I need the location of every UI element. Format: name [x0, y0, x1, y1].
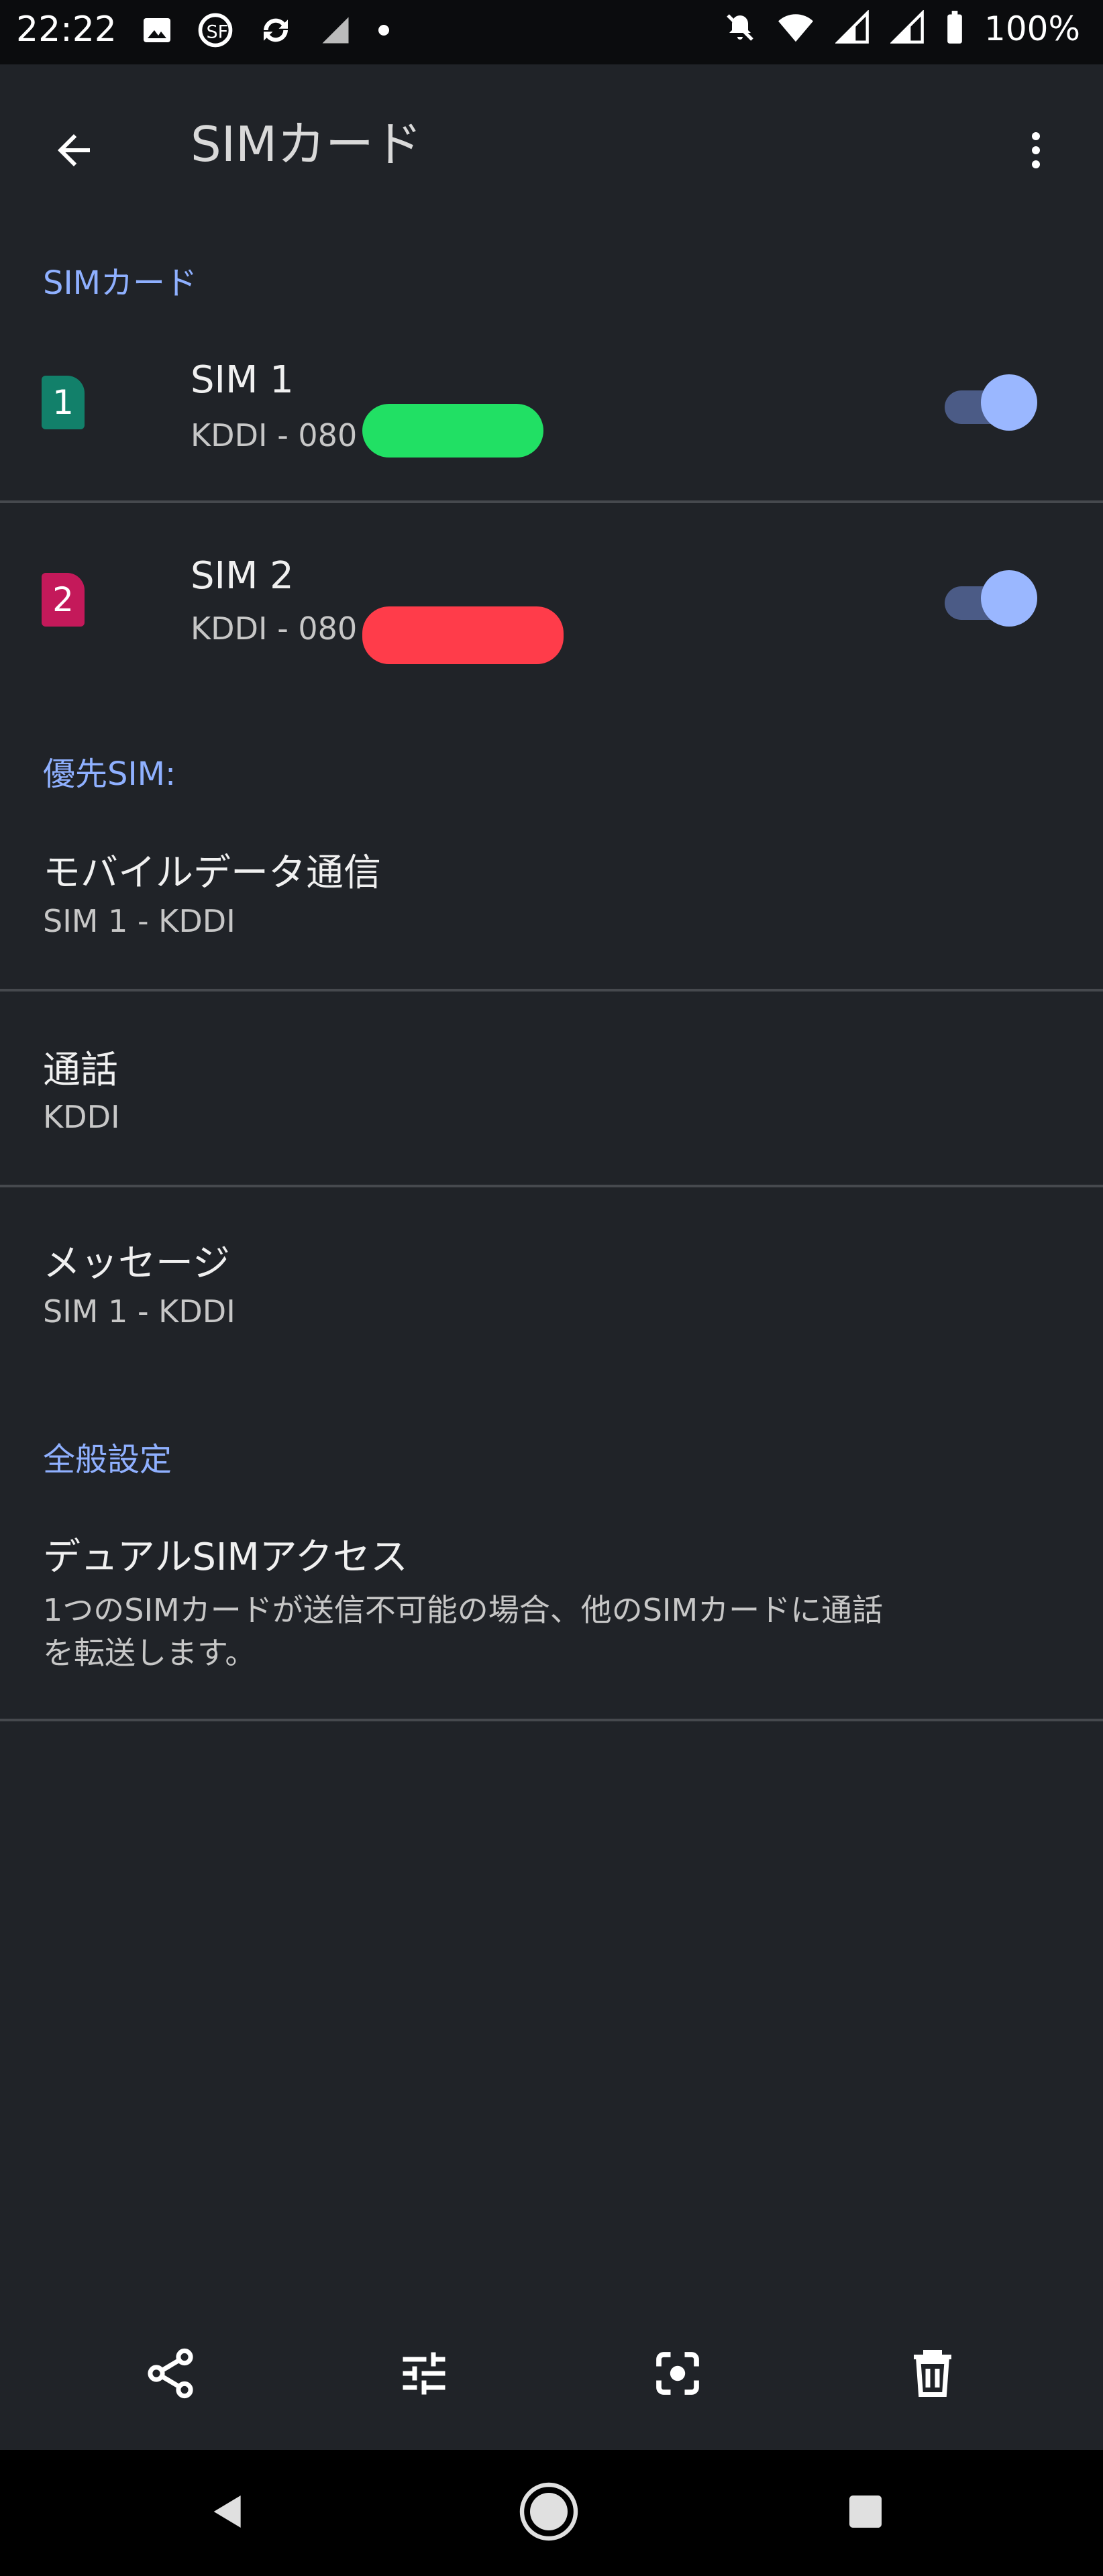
- divider: [0, 500, 1103, 503]
- sim-2-subtitle: KDDI - 080: [191, 610, 358, 647]
- signal-icon: [835, 9, 870, 48]
- messages-subtitle: SIM 1 - KDDI: [43, 1293, 235, 1330]
- navigation-icon: [318, 13, 353, 50]
- divider: [0, 989, 1103, 991]
- lens-button[interactable]: [637, 2334, 718, 2415]
- bottom-toolbar: [0, 2308, 1103, 2442]
- sim-2-title: SIM 2: [191, 554, 294, 598]
- delete-button[interactable]: [892, 2334, 973, 2415]
- sim-1-badge: 1: [42, 376, 85, 429]
- redacted-number: [362, 404, 543, 458]
- section-header-general: 全般設定: [43, 1441, 172, 1479]
- toggle-thumb: [981, 374, 1037, 431]
- battery-icon: [945, 10, 964, 48]
- back-icon: [207, 2490, 250, 2536]
- toggle-thumb: [981, 570, 1037, 627]
- dot-icon: [377, 23, 390, 40]
- recents-icon: [844, 2490, 887, 2536]
- dual-sim-access-description-line1: 1つのSIMカードが送信不可能の場合、他のSIMカードに通話: [43, 1592, 884, 1628]
- section-header-preferred-sim: 優先SIM:: [43, 755, 176, 793]
- dual-sim-access-title: デュアルSIMアクセス: [43, 1536, 408, 1579]
- divider: [0, 1719, 1103, 1721]
- mobile-data-title: モバイルデータ通信: [43, 851, 381, 895]
- nav-recents-button[interactable]: [825, 2473, 906, 2553]
- divider: [0, 1185, 1103, 1187]
- tune-icon: [396, 2345, 452, 2404]
- home-icon: [517, 2479, 581, 2546]
- sim-2-badge: 2: [42, 573, 85, 627]
- back-arrow-icon: [50, 126, 98, 177]
- section-header-sim-cards: SIMカード: [43, 264, 198, 302]
- svg-text:SF: SF: [207, 21, 229, 42]
- share-icon: [142, 2345, 199, 2404]
- wifi-icon: [776, 10, 815, 48]
- share-button[interactable]: [130, 2334, 211, 2415]
- mobile-data-subtitle: SIM 1 - KDDI: [43, 903, 235, 939]
- status-bar: 22:22 SF 100%: [0, 0, 1103, 64]
- signal-icon: [890, 9, 925, 48]
- status-time: 22:22: [16, 9, 117, 50]
- nav-home-button[interactable]: [509, 2473, 589, 2553]
- page-title: SIMカード: [191, 116, 423, 172]
- image-icon: [141, 14, 173, 49]
- messages-title: メッセージ: [43, 1242, 230, 1285]
- app-bar: SIMカード: [0, 64, 1103, 212]
- sim-2-toggle[interactable]: [945, 569, 1037, 629]
- battery-percent: 100%: [984, 9, 1080, 48]
- sim-1-toggle[interactable]: [945, 373, 1037, 433]
- back-button[interactable]: [34, 111, 114, 192]
- sim-1-subtitle: KDDI - 080: [191, 417, 358, 453]
- bell-off-icon: [724, 11, 756, 46]
- more-options-button[interactable]: [996, 111, 1076, 192]
- status-icons-right: 100%: [724, 9, 1080, 48]
- dual-sim-access-description-line2: を転送します。: [43, 1635, 256, 1671]
- delete-icon: [904, 2345, 961, 2404]
- lens-icon: [649, 2345, 706, 2404]
- sync-icon: [258, 12, 294, 51]
- nav-back-button[interactable]: [188, 2473, 268, 2553]
- redacted-number: [362, 606, 564, 664]
- navigation-bar: [0, 2450, 1103, 2576]
- status-icons-left: SF: [141, 12, 390, 51]
- calls-title: 通話: [43, 1049, 118, 1092]
- calls-subtitle: KDDI: [43, 1099, 120, 1135]
- sim-1-title: SIM 1: [191, 358, 294, 402]
- adjust-button[interactable]: [384, 2334, 464, 2415]
- more-vert-icon: [1012, 126, 1060, 177]
- notification-app-icon: SF: [197, 12, 233, 51]
